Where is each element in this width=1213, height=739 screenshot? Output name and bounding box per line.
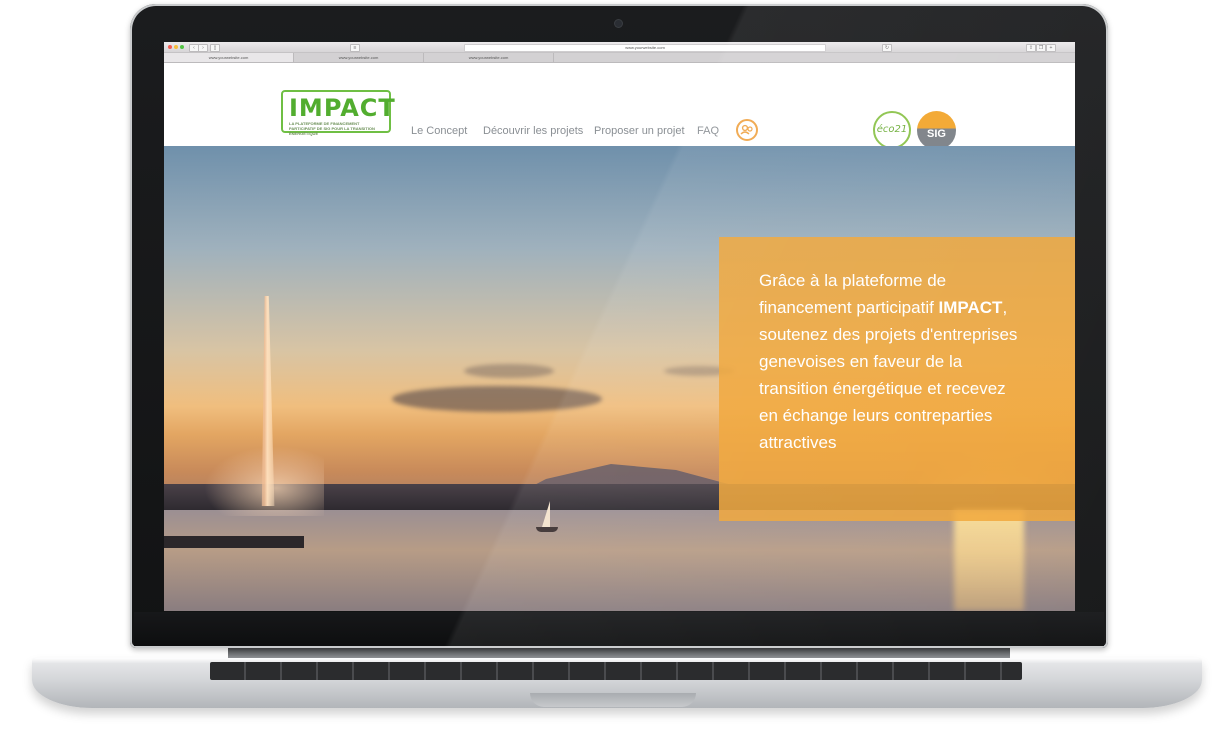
hero-text-card: Grâce à la plateforme de financement par… bbox=[719, 237, 1075, 521]
sail bbox=[542, 501, 550, 527]
share-icon[interactable]: ⇪ bbox=[1026, 44, 1036, 52]
site-header: IMPACT LA PLATEFORME DE FINANCEMENT PART… bbox=[164, 63, 1075, 150]
logo-title: IMPACT bbox=[289, 94, 396, 122]
eco21-logo[interactable]: éco21 bbox=[873, 111, 911, 149]
browser-tab[interactable]: www.yourwebsite.com bbox=[294, 53, 424, 62]
hero-brand-name: IMPACT bbox=[938, 298, 1003, 317]
reader-icon[interactable]: ≡ bbox=[350, 44, 360, 52]
hull bbox=[536, 527, 558, 532]
sun-reflection bbox=[954, 510, 1024, 611]
maximize-window-button[interactable] bbox=[180, 45, 184, 49]
cloud bbox=[464, 364, 554, 378]
cloud bbox=[392, 386, 602, 412]
new-tab-icon[interactable]: + bbox=[1046, 44, 1056, 52]
tabs-icon[interactable]: ❐ bbox=[1036, 44, 1046, 52]
laptop-chin bbox=[134, 612, 1104, 646]
laptop-screen: ‹ › ▯ ≡ www.yourwebsite.com ↻ ⇪ ❐ + www.… bbox=[164, 42, 1075, 611]
browser-tab[interactable]: www.yourwebsite.com bbox=[424, 53, 554, 62]
minimize-window-button[interactable] bbox=[174, 45, 178, 49]
close-window-button[interactable] bbox=[168, 45, 172, 49]
hero-banner: Grâce à la plateforme de financement par… bbox=[164, 146, 1075, 611]
lake-water bbox=[164, 510, 1075, 611]
nav-link-faq[interactable]: FAQ bbox=[697, 125, 719, 137]
user-account-icon[interactable] bbox=[736, 119, 758, 141]
hero-tagline: Grâce à la plateforme de financement par… bbox=[759, 271, 1018, 452]
reload-icon[interactable]: ↻ bbox=[882, 44, 892, 52]
sig-logo[interactable]: SIG bbox=[917, 111, 956, 150]
address-bar[interactable]: www.yourwebsite.com bbox=[464, 44, 826, 52]
laptop-keyboard-edge bbox=[210, 662, 1022, 680]
nav-link-propose-project[interactable]: Proposer un projet bbox=[594, 125, 685, 137]
browser-tab[interactable]: www.yourwebsite.com bbox=[164, 53, 294, 62]
tab-strip: www.yourwebsite.com www.yourwebsite.com … bbox=[164, 53, 1075, 63]
sailboat bbox=[534, 501, 558, 535]
forward-icon[interactable]: › bbox=[198, 44, 208, 52]
impact-logo[interactable]: IMPACT LA PLATEFORME DE FINANCEMENT PART… bbox=[281, 90, 395, 136]
nav-link-concept[interactable]: Le Concept bbox=[411, 125, 467, 137]
pier bbox=[164, 536, 304, 548]
laptop-notch bbox=[530, 693, 696, 707]
camera-icon bbox=[615, 20, 622, 27]
nav-link-discover-projects[interactable]: Découvrir les projets bbox=[483, 125, 583, 137]
browser-toolbar: ‹ › ▯ ≡ www.yourwebsite.com ↻ ⇪ ❐ + bbox=[164, 42, 1075, 53]
sidebar-icon[interactable]: ▯ bbox=[210, 44, 220, 52]
logo-subtitle: LA PLATEFORME DE FINANCEMENT PARTICIPATI… bbox=[289, 121, 375, 136]
